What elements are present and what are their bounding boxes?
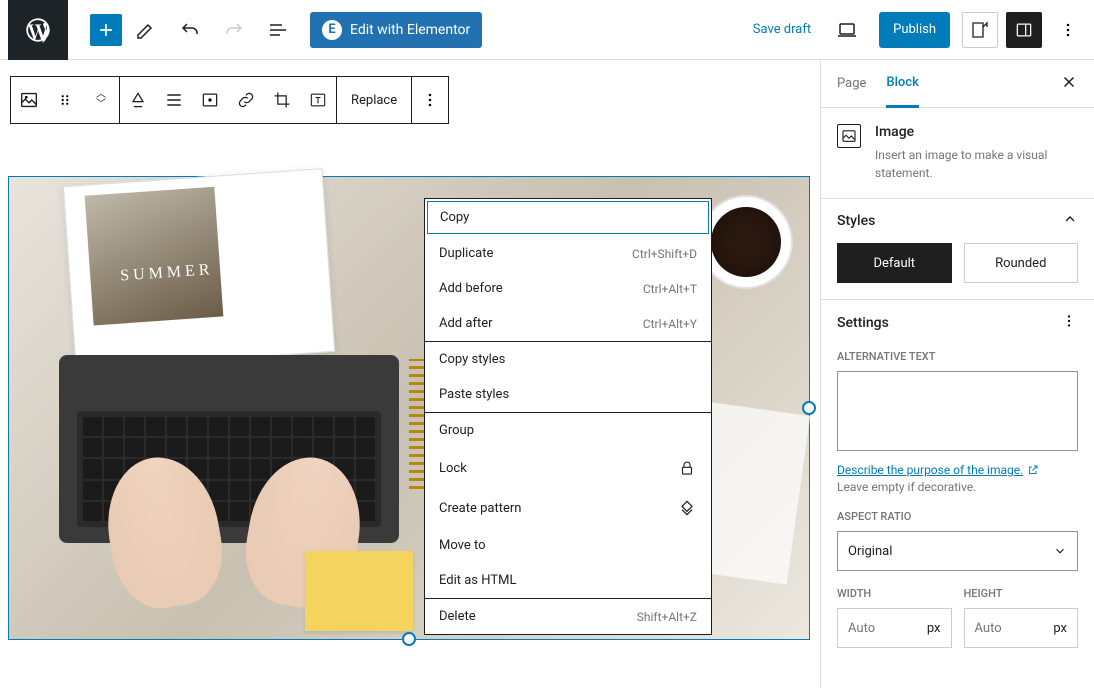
overlay-icon [200,90,220,110]
ctx-lock[interactable]: Lock [425,448,711,488]
settings-options-button[interactable] [1060,312,1078,334]
align-icon [164,90,184,110]
crop-button[interactable] [264,77,300,123]
ctx-group[interactable]: Group [425,413,711,448]
link-icon [236,90,256,110]
drag-handle[interactable] [47,77,83,123]
alt-text-label: Alternative Text [837,350,1078,363]
block-context-menu: Copy DuplicateCtrl+Shift+D Add beforeCtr… [424,198,712,635]
ctx-move-to[interactable]: Move to [425,528,711,563]
chevron-up-icon [1062,211,1078,227]
text-icon [308,90,328,110]
pencil-icon [134,18,158,42]
preview-button[interactable] [827,10,867,50]
tab-block[interactable]: Block [886,60,918,108]
ctx-paste-styles[interactable]: Paste styles [425,377,711,412]
align-button[interactable] [120,77,156,123]
ctx-copy-styles[interactable]: Copy styles [425,342,711,377]
style-rounded-button[interactable]: Rounded [964,243,1079,283]
sidebar-toggle-button[interactable] [1006,12,1042,48]
undo-button[interactable] [170,10,210,50]
dots-vertical-icon [1060,312,1078,330]
external-link-icon [1027,464,1039,476]
elementor-icon: E [322,20,342,40]
add-block-button[interactable] [90,14,122,46]
ctx-copy[interactable]: Copy [427,201,709,234]
width-label: Width [837,587,952,600]
replace-button[interactable]: Replace [337,77,411,123]
crop-icon [272,90,292,110]
edit-mode-button[interactable] [126,10,166,50]
ctx-delete[interactable]: DeleteShift+Alt+Z [425,599,711,634]
resize-handle-bottom[interactable] [402,632,416,646]
ctx-add-before[interactable]: Add beforeCtrl+Alt+T [425,271,711,306]
ctx-duplicate[interactable]: DuplicateCtrl+Shift+D [425,236,711,271]
image-icon [840,127,858,145]
publish-button[interactable]: Publish [879,12,950,48]
resize-handle-right[interactable] [802,401,816,415]
list-icon [266,18,290,42]
move-arrows[interactable]: ︿ ﹀ [83,77,119,123]
dots-vertical-icon [1058,20,1078,40]
jetpack-button[interactable] [962,12,998,48]
lock-icon [677,458,697,478]
drag-icon [56,91,74,109]
caption-icon [128,90,148,110]
block-type-button[interactable] [11,77,47,123]
edit-page-icon [968,18,992,42]
options-button[interactable] [1050,12,1086,48]
settings-title: Settings [837,315,889,331]
document-overview-button[interactable] [258,10,298,50]
height-input[interactable]: Auto px [964,608,1079,648]
block-options-button[interactable] [412,77,448,123]
save-draft-button[interactable]: Save draft [741,22,823,37]
style-default-button[interactable]: Default [837,243,952,283]
image-icon [18,89,40,111]
alt-text-input[interactable] [837,371,1078,451]
ctx-add-after[interactable]: Add afterCtrl+Alt+Y [425,306,711,341]
ctx-create-pattern[interactable]: Create pattern [425,488,711,528]
tab-page[interactable]: Page [837,60,866,108]
editor-canvas[interactable]: ︿ ﹀ [0,60,820,688]
height-label: Height [964,587,1079,600]
pattern-icon [677,498,697,518]
ctx-edit-html[interactable]: Edit as HTML [425,563,711,598]
wordpress-icon [24,16,52,44]
block-icon [837,124,861,148]
aspect-label: Aspect Ratio [837,510,1078,523]
link-button[interactable] [228,77,264,123]
plus-icon [96,20,116,40]
dots-vertical-icon [420,90,440,110]
styles-toggle[interactable] [1062,211,1078,231]
width-input[interactable]: Auto px [837,608,952,648]
close-sidebar-button[interactable] [1060,72,1078,96]
wp-logo[interactable] [8,0,68,60]
elementor-label: Edit with Elementor [350,22,470,38]
alignment-button[interactable] [156,77,192,123]
laptop-icon [835,18,859,42]
styles-title: Styles [837,213,875,229]
alt-hint: Leave empty if decorative. [837,480,1078,494]
block-toolbar: ︿ ﹀ [10,76,449,124]
redo-icon [222,18,246,42]
aspect-ratio-select[interactable]: Original [837,531,1078,571]
undo-icon [178,18,202,42]
text-overlay-button[interactable] [192,77,228,123]
settings-sidebar: Page Block Image Insert an image to make… [820,60,1094,688]
block-desc: Insert an image to make a visual stateme… [875,146,1078,182]
elementor-button[interactable]: E Edit with Elementor [310,12,482,48]
close-icon [1060,73,1078,91]
block-title: Image [875,124,1078,140]
panel-icon [1014,20,1034,40]
chevron-down-icon: ﹀ [96,100,106,110]
alt-purpose-link[interactable]: Describe the purpose of the image. [837,463,1039,477]
chevron-down-icon [1053,544,1067,558]
redo-button[interactable] [214,10,254,50]
text-on-image-button[interactable] [300,77,336,123]
